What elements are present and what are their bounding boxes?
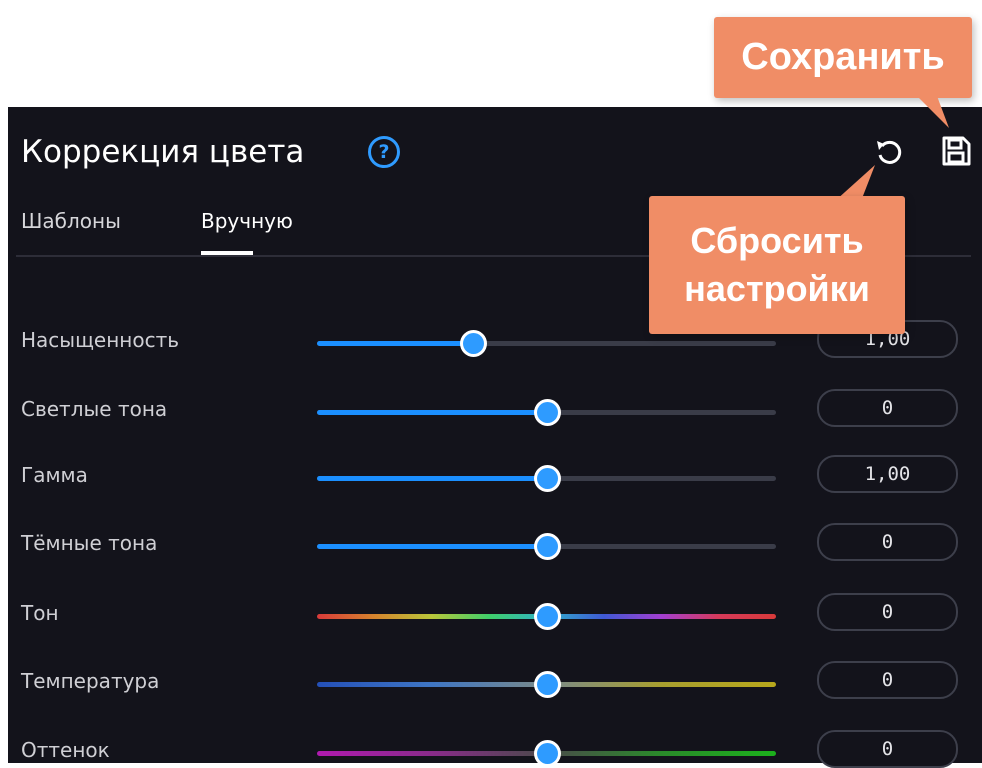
slider-value-input[interactable]: 1,00 bbox=[817, 455, 958, 493]
slider-knob[interactable] bbox=[536, 536, 558, 557]
slider-label: Оттенок bbox=[21, 738, 110, 762]
slider-fill bbox=[317, 341, 474, 346]
floppy-disk-icon[interactable] bbox=[940, 134, 972, 168]
reset-callout: Сбросить настройки bbox=[649, 196, 905, 334]
slider-knob[interactable] bbox=[536, 402, 558, 423]
slider-knob[interactable] bbox=[536, 468, 558, 489]
slider-fill bbox=[317, 544, 547, 549]
slider-value-input[interactable]: 0 bbox=[817, 661, 958, 699]
slider-knob[interactable] bbox=[536, 674, 558, 695]
slider-value-input[interactable]: 0 bbox=[817, 389, 958, 427]
slider-track[interactable] bbox=[317, 606, 776, 627]
save-callout: Сохранить bbox=[714, 17, 972, 98]
slider-track[interactable] bbox=[317, 536, 776, 557]
slider-track[interactable] bbox=[317, 674, 776, 695]
slider-value-input[interactable]: 0 bbox=[817, 593, 958, 631]
save-callout-label: Сохранить bbox=[741, 36, 945, 78]
slider-knob[interactable] bbox=[536, 606, 558, 627]
slider-value-input[interactable]: 0 bbox=[817, 523, 958, 561]
slider-track[interactable] bbox=[317, 402, 776, 423]
slider-value-input[interactable]: 0 bbox=[817, 730, 958, 768]
tab-presets[interactable]: Шаблоны bbox=[21, 209, 121, 233]
slider-track[interactable] bbox=[317, 468, 776, 489]
save-callout-pointer bbox=[917, 96, 949, 128]
slider-label: Гамма bbox=[21, 463, 88, 487]
reset-callout-label: Сбросить настройки bbox=[684, 220, 870, 309]
help-icon[interactable]: ? bbox=[368, 136, 400, 168]
slider-label: Температура bbox=[21, 669, 160, 693]
slider-fill bbox=[317, 410, 547, 415]
slider-label: Тёмные тона bbox=[21, 531, 158, 555]
slider-label: Тон bbox=[21, 601, 59, 625]
slider-fill bbox=[317, 476, 547, 481]
slider-label: Светлые тона bbox=[21, 397, 168, 421]
panel-title: Коррекция цвета bbox=[21, 134, 305, 170]
tab-manual[interactable]: Вручную bbox=[201, 209, 293, 233]
slider-track[interactable] bbox=[317, 333, 776, 354]
slider-knob[interactable] bbox=[463, 333, 485, 354]
slider-label: Насыщенность bbox=[21, 328, 180, 352]
slider-knob[interactable] bbox=[536, 743, 558, 764]
active-tab-indicator bbox=[201, 251, 253, 255]
slider-track[interactable] bbox=[317, 743, 776, 764]
